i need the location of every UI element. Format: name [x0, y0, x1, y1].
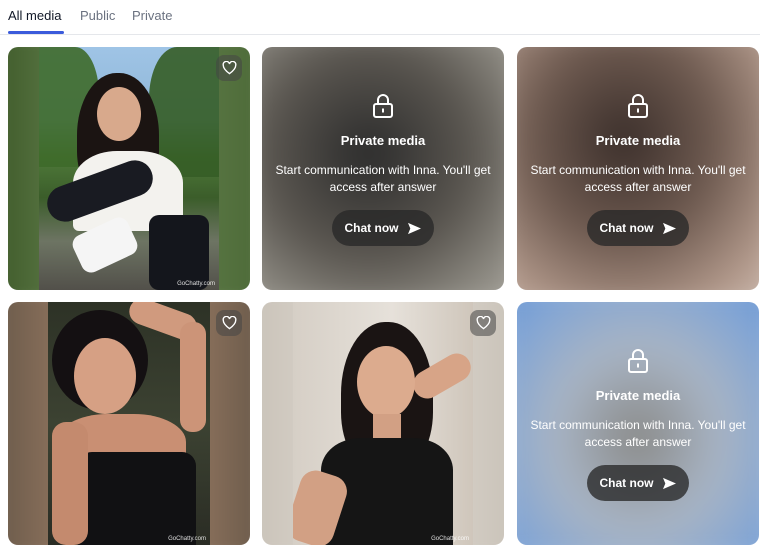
chat-now-label: Chat now: [599, 221, 654, 235]
lock-icon: [373, 94, 393, 118]
chat-now-button[interactable]: Chat now: [332, 210, 434, 246]
media-tabs: All media Public Private: [0, 0, 760, 35]
media-card-private: Private media Start communication with I…: [517, 302, 759, 545]
media-photo[interactable]: GoChatty.com: [293, 302, 473, 545]
lock-icon: [628, 94, 648, 118]
private-media-description: Start communication with Inna. You'll ge…: [275, 163, 491, 194]
private-media-overlay: Private media Start communication with I…: [517, 47, 759, 290]
chat-now-button[interactable]: Chat now: [587, 465, 689, 501]
tab-all-media[interactable]: All media: [8, 8, 61, 23]
media-card-private: Private media Start communication with I…: [517, 47, 759, 290]
send-icon: [407, 222, 421, 234]
tab-public[interactable]: Public: [80, 8, 115, 23]
chat-now-button[interactable]: Chat now: [587, 210, 689, 246]
media-card-private: Private media Start communication with I…: [262, 47, 504, 290]
private-media-overlay: Private media Start communication with I…: [517, 302, 759, 545]
heart-icon: [222, 61, 236, 75]
heart-icon: [222, 316, 236, 330]
media-photo[interactable]: GoChatty.com: [48, 302, 210, 545]
private-media-description: Start communication with Inna. You'll ge…: [530, 163, 746, 194]
chat-now-label: Chat now: [344, 221, 399, 235]
tab-private[interactable]: Private: [132, 8, 172, 23]
heart-icon: [476, 316, 490, 330]
watermark-label: GoChatty.com: [431, 536, 469, 542]
media-card-photo[interactable]: GoChatty.com: [8, 47, 250, 290]
private-media-title: Private media: [595, 388, 681, 403]
active-tab-indicator: [8, 31, 64, 34]
favorite-button[interactable]: [216, 55, 242, 81]
chat-now-label: Chat now: [599, 476, 654, 490]
private-media-overlay: Private media Start communication with I…: [262, 47, 504, 290]
send-icon: [662, 477, 676, 489]
media-card-photo[interactable]: GoChatty.com: [8, 302, 250, 545]
private-media-description: Start communication with Inna. You'll ge…: [530, 418, 746, 449]
private-media-title: Private media: [595, 133, 681, 148]
media-grid: GoChatty.com Private media Start communi…: [8, 47, 760, 545]
private-media-title: Private media: [340, 133, 426, 148]
send-icon: [662, 222, 676, 234]
watermark-label: GoChatty.com: [168, 536, 206, 542]
favorite-button[interactable]: [470, 310, 496, 336]
media-card-photo[interactable]: GoChatty.com: [262, 302, 504, 545]
lock-icon: [628, 349, 648, 373]
watermark-label: GoChatty.com: [177, 281, 215, 287]
media-photo[interactable]: GoChatty.com: [39, 47, 219, 290]
favorite-button[interactable]: [216, 310, 242, 336]
